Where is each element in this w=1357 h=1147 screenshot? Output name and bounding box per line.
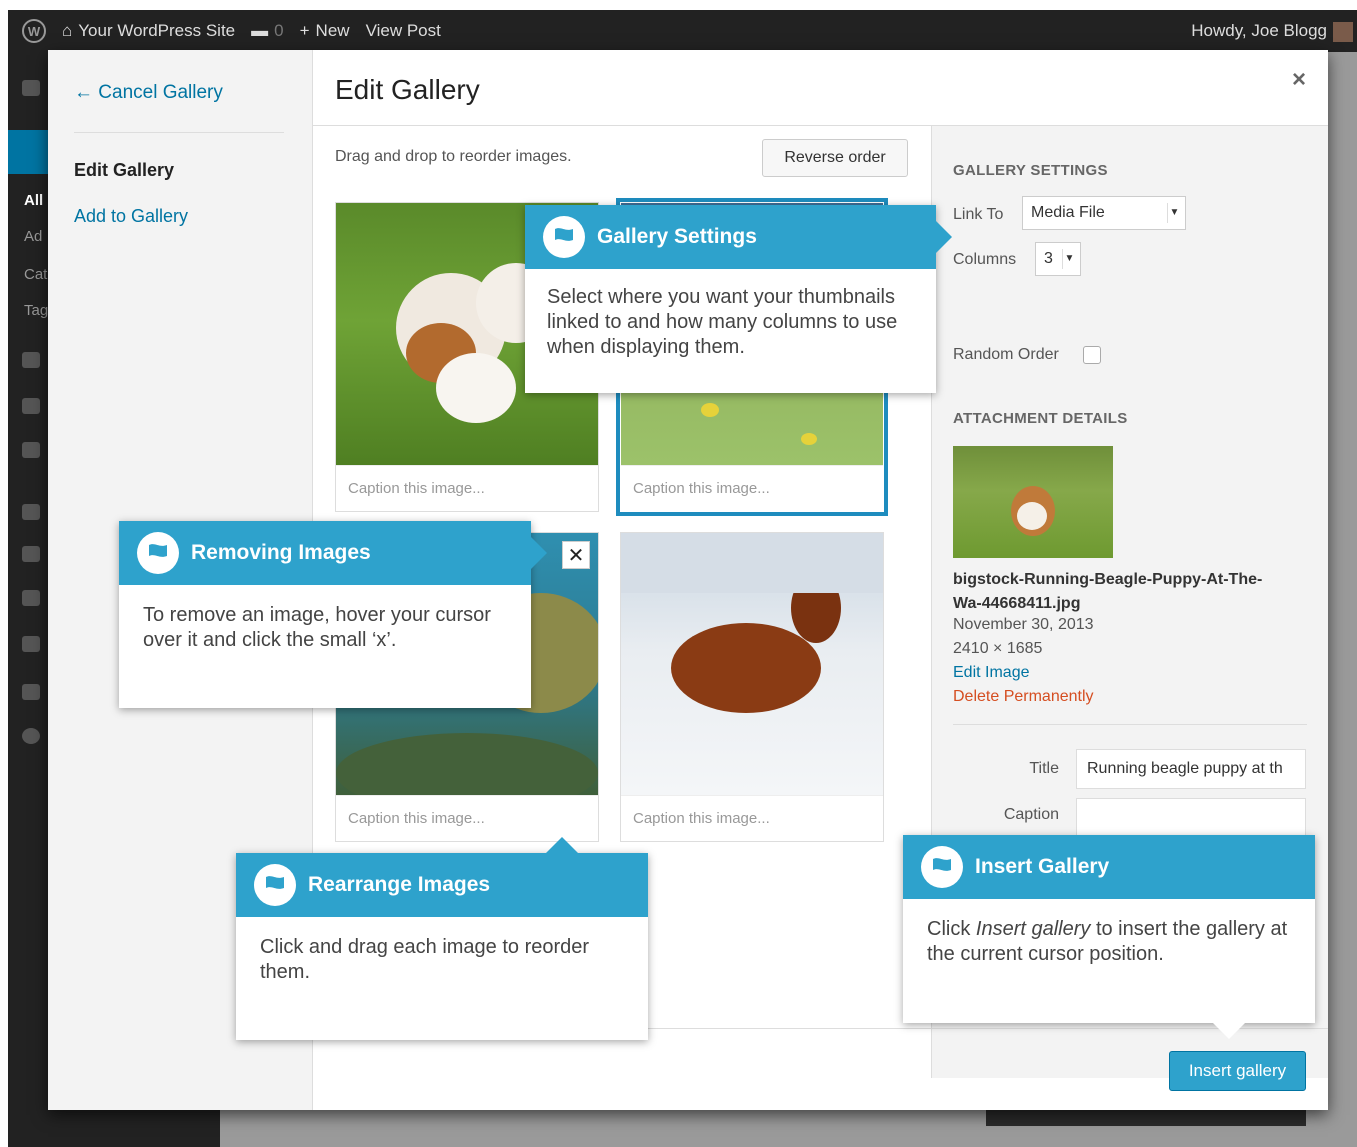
link-to-select[interactable]: Media File ▼ xyxy=(1022,196,1186,230)
sidebar-item-categories[interactable]: Cat xyxy=(24,266,47,283)
account-menu[interactable]: Howdy, Joe Blogg xyxy=(1191,21,1327,41)
home-icon: ⌂ xyxy=(62,21,73,40)
caption-input[interactable]: Caption this image... xyxy=(336,795,598,841)
edit-image-link[interactable]: Edit Image xyxy=(953,664,1029,682)
sidebar-item-tags[interactable]: Tag xyxy=(24,302,48,319)
pointer-arrow xyxy=(531,537,547,569)
reverse-order-button[interactable]: Reverse order xyxy=(762,139,908,177)
flag-icon xyxy=(137,532,179,574)
plugins-icon[interactable] xyxy=(22,546,40,562)
pointer-arrow xyxy=(1213,1023,1245,1039)
menu-item-add-to-gallery[interactable]: Add to Gallery xyxy=(74,206,188,227)
new-content-link[interactable]: + New xyxy=(300,21,350,41)
comments-icon[interactable] xyxy=(22,442,40,458)
thumbnail-image xyxy=(621,533,883,795)
caption-input[interactable]: Caption this image... xyxy=(336,465,598,511)
delete-permanently-link[interactable]: Delete Permanently xyxy=(953,688,1094,706)
pointer-insert-gallery: Insert Gallery Click Insert gallery to i… xyxy=(903,835,1315,1039)
view-post-link[interactable]: View Post xyxy=(366,21,441,41)
menu-item-edit-gallery[interactable]: Edit Gallery xyxy=(74,160,174,181)
close-icon[interactable]: × xyxy=(1292,66,1306,94)
attachment-filename: bigstock-Running-Beagle-Puppy-At-The-Wa-… xyxy=(953,571,1263,612)
caption-input[interactable]: Caption this image... xyxy=(621,465,883,511)
users-icon[interactable] xyxy=(22,590,40,606)
cancel-gallery-link[interactable]: ← Cancel Gallery xyxy=(74,82,223,104)
pointer-removing-images: Removing Images To remove an image, hove… xyxy=(119,521,547,708)
attachment-details-heading: ATTACHMENT DETAILS xyxy=(953,410,1128,427)
pointer-body: Select where you want your thumbnails li… xyxy=(547,286,898,358)
pointer-arrow xyxy=(546,837,578,853)
random-order-checkbox[interactable] xyxy=(1083,346,1101,364)
pointer-body: Click Insert gallery to insert the galle… xyxy=(927,918,1288,965)
comments-link[interactable]: ▬ 0 xyxy=(251,21,283,41)
insert-gallery-button[interactable]: Insert gallery xyxy=(1169,1051,1306,1091)
chevron-down-icon: ▼ xyxy=(1167,203,1181,223)
admin-footer-bar xyxy=(986,1110,1306,1126)
page-title: Edit Gallery xyxy=(335,74,480,105)
wordpress-logo-icon[interactable]: W xyxy=(22,19,46,43)
avatar[interactable] xyxy=(1333,22,1353,42)
comment-icon: ▬ xyxy=(251,21,269,40)
tools-icon[interactable] xyxy=(22,636,40,652)
remove-image-button[interactable]: ✕ xyxy=(562,541,590,569)
pointer-body: To remove an image, hover your cursor ov… xyxy=(143,604,491,651)
pages-icon[interactable] xyxy=(22,398,40,414)
pointer-body: Click and drag each image to reorder the… xyxy=(260,936,590,983)
pointer-rearrange-images: Rearrange Images Click and drag each ima… xyxy=(236,837,648,1040)
gallery-instructions: Drag and drop to reorder images. xyxy=(335,148,572,165)
link-to-label: Link To xyxy=(953,206,1004,223)
random-order-label: Random Order xyxy=(953,346,1059,363)
flag-icon xyxy=(254,864,296,906)
pointer-gallery-settings: Gallery Settings Select where you want y… xyxy=(525,205,952,393)
collapse-icon[interactable] xyxy=(22,728,40,744)
caption-input[interactable]: Caption this image... xyxy=(621,795,883,841)
gallery-item-horse[interactable]: Caption this image... xyxy=(620,532,884,842)
attachment-date: November 30, 2013 xyxy=(953,616,1094,633)
attachment-dimensions: 2410 × 1685 xyxy=(953,640,1043,657)
attachment-thumbnail xyxy=(953,446,1113,558)
admin-bar: W ⌂ Your WordPress Site ▬ 0 + New View P… xyxy=(8,10,1357,52)
dashboard-icon[interactable] xyxy=(22,80,40,96)
sidebar-item-all[interactable]: All xyxy=(24,192,43,209)
settings-separator xyxy=(953,724,1307,725)
plus-icon: + xyxy=(299,21,310,40)
media-icon[interactable] xyxy=(22,352,40,368)
pointer-header: Removing Images xyxy=(119,521,531,585)
title-label: Title xyxy=(1029,760,1059,777)
pointer-header: Gallery Settings xyxy=(525,205,936,269)
site-name-link[interactable]: ⌂ Your WordPress Site xyxy=(62,21,235,41)
sidebar-item-add[interactable]: Ad xyxy=(24,228,42,245)
settings-icon[interactable] xyxy=(22,684,40,700)
posts-menu-active[interactable] xyxy=(8,130,48,174)
title-field[interactable]: Running beagle puppy at th xyxy=(1076,749,1306,789)
flag-icon xyxy=(543,216,585,258)
chevron-down-icon: ▼ xyxy=(1062,249,1076,269)
pointer-arrow xyxy=(936,221,952,253)
appearance-icon[interactable] xyxy=(22,504,40,520)
columns-label: Columns xyxy=(953,251,1017,268)
menu-separator xyxy=(74,132,284,133)
gallery-settings-heading: GALLERY SETTINGS xyxy=(953,162,1108,179)
pointer-header: Insert Gallery xyxy=(903,835,1315,899)
flag-icon xyxy=(921,846,963,888)
caption-label: Caption xyxy=(1003,806,1059,823)
pointer-header: Rearrange Images xyxy=(236,853,648,917)
columns-select[interactable]: 3 ▼ xyxy=(1035,242,1081,276)
